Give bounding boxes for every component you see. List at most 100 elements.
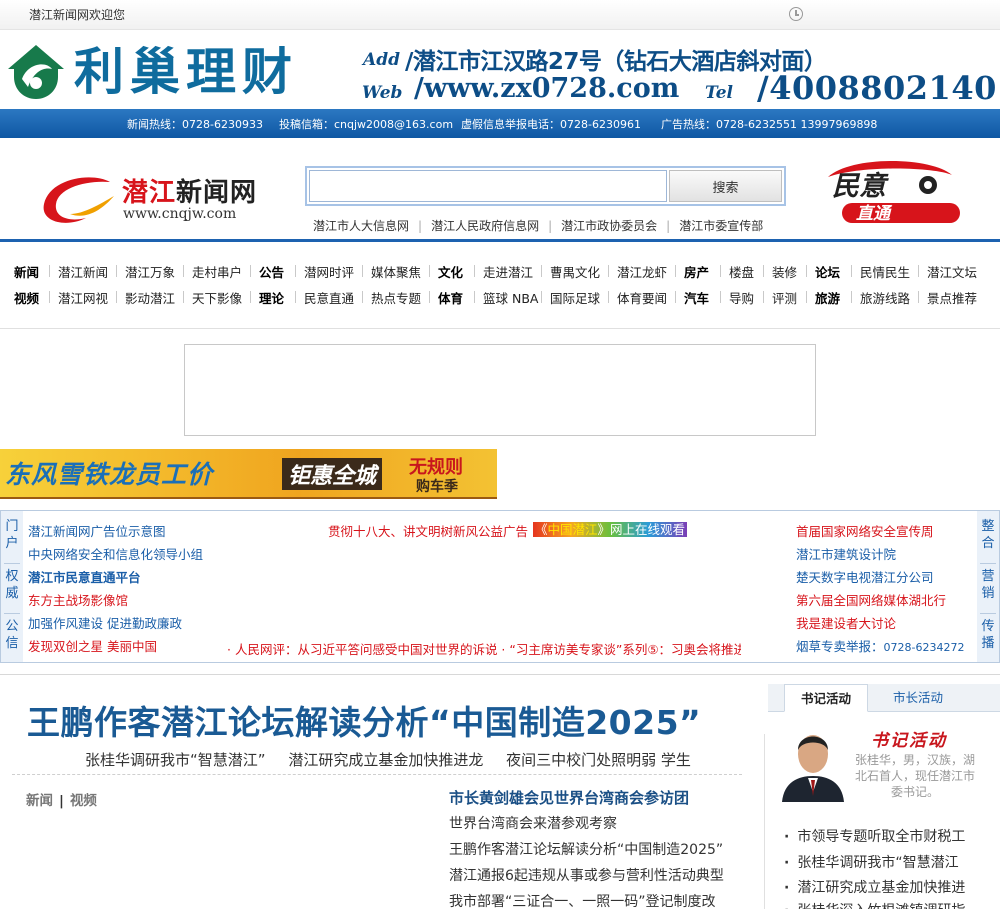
list-item[interactable]: 潜江研究成立基金加快推进: [784, 877, 1000, 897]
nav-item[interactable]: 楼盘: [729, 262, 754, 281]
list-item[interactable]: 王鹏作客潜江论坛解读分析“中国制造2025”: [449, 839, 739, 865]
nav-item[interactable]: 评测: [772, 288, 797, 307]
tab-mayor-activities[interactable]: 市长活动: [876, 684, 960, 712]
nav-top-border: [0, 239, 1000, 242]
secretary-portrait[interactable]: [778, 722, 848, 802]
portal-link-digital-tv[interactable]: 楚天数字电视潜江分公司: [796, 567, 934, 586]
nav-separator: [183, 291, 184, 303]
licao-ad-banner[interactable]: 利巢理财 Add /潜江市江汉路27号（钻石大酒店斜对面） Web /www.z…: [0, 36, 1000, 108]
site-url: www.cnqjw.com: [123, 206, 237, 222]
nav-item[interactable]: 走进潜江: [483, 262, 533, 281]
list-item[interactable]: 世界台湾商会来潜参观考察: [449, 813, 739, 839]
quick-link-npc[interactable]: 潜江市人大信息网: [313, 219, 409, 233]
list-item[interactable]: 我市部署“三证合一、一照一码”登记制度改: [449, 891, 739, 909]
list-item[interactable]: 潜江通报6起违规从事或参与营利性活动典型: [449, 865, 739, 891]
portal-link-style-building[interactable]: 加强作风建设 促进勤政廉政: [28, 613, 182, 632]
minyi-zhitong-logo[interactable]: 民意 直通: [822, 161, 967, 227]
nav-item[interactable]: 走村串户: [192, 262, 242, 281]
nav-item[interactable]: 房产: [684, 262, 709, 281]
nav-separator: [608, 265, 609, 277]
nav-item[interactable]: 热点专题: [371, 288, 421, 307]
nav-item[interactable]: 理论: [259, 288, 284, 307]
portal-tobacco-report[interactable]: 烟草专卖举报：0728-6234272: [796, 636, 964, 655]
nav-item[interactable]: 潜江万象: [125, 262, 175, 281]
ad-hotline: 广告热线：0728-6232551 13997969898: [661, 118, 878, 131]
nav-item[interactable]: 潜江龙虾: [617, 262, 667, 281]
nav-item[interactable]: 潜江网视: [58, 288, 108, 307]
list-item[interactable]: 市领导专题听取全市财税工: [784, 826, 1000, 846]
nav-item[interactable]: 影动潜江: [125, 288, 175, 307]
nav-item[interactable]: 国际足球: [550, 288, 600, 307]
nav-separator: [851, 265, 852, 277]
portal-link-media-tour[interactable]: 第六届全国网络媒体湖北行: [796, 590, 946, 609]
nav-item[interactable]: 曹禺文化: [550, 262, 600, 281]
nav-item[interactable]: 装修: [772, 262, 797, 281]
nav-item[interactable]: 潜江文坛: [927, 262, 977, 281]
zhitong-text: 直通: [856, 204, 893, 224]
news-ticker[interactable]: · 人民网评：从习近平答问感受中国对世界的诉说 · “习主席访美专家谈”系列⑤：…: [227, 639, 741, 658]
portal-link-cyber-week[interactable]: 首届国家网络安全宣传周: [796, 521, 934, 540]
subheadline-link[interactable]: 夜间三中校门处照明弱 学生: [506, 751, 691, 769]
list-item[interactable]: 张桂华深入竹根滩镇调研指: [784, 900, 1000, 909]
portal-link-builder-discussion[interactable]: 我是建设者大讨论: [796, 613, 896, 632]
nav-item[interactable]: 潜网时评: [304, 262, 354, 281]
nav-item[interactable]: 论坛: [815, 262, 840, 281]
nav-item[interactable]: 旅游线路: [860, 288, 910, 307]
nav-item[interactable]: 体育: [438, 288, 463, 307]
featured-news-title[interactable]: 市长黄剑雄会见世界台湾商会参访团: [449, 787, 689, 808]
list-item[interactable]: 张桂华调研我市“智慧潜江: [784, 852, 1000, 872]
portal-link-public-ad[interactable]: 贯彻十八大、讲文明树新风公益广告: [328, 521, 528, 540]
nav-item[interactable]: 体育要闻: [617, 288, 667, 307]
portal-link-ad-diagram[interactable]: 潜江新闻网广告位示意图: [28, 521, 166, 540]
nav-item[interactable]: 媒体聚焦: [371, 262, 421, 281]
df-ad-slogan: 钜惠全城: [282, 458, 383, 490]
nav-item[interactable]: 旅游: [815, 288, 840, 307]
nav-item[interactable]: 天下影像: [192, 288, 242, 307]
nav-item[interactable]: 潜江新闻: [58, 262, 108, 281]
nav-item[interactable]: 景点推荐: [927, 288, 977, 307]
search-box: 搜索: [305, 166, 786, 206]
subheadline-link[interactable]: 潜江研究成立基金加快推进龙: [288, 751, 483, 769]
nav-separator: [183, 265, 184, 277]
dongfeng-citroen-ad[interactable]: 东风雪铁龙员工价 钜惠全城 无规则 购车季: [0, 449, 497, 499]
nav-separator: [429, 265, 430, 277]
search-button[interactable]: 搜索: [669, 170, 782, 202]
search-input[interactable]: [309, 170, 667, 202]
news-hotline: 新闻热线：0728-6230933: [127, 118, 263, 131]
portal-link-minyi-platform[interactable]: 潜江市民意直通平台: [28, 567, 141, 586]
nav-item[interactable]: 公告: [259, 262, 284, 281]
subheadline-link[interactable]: 张桂华调研我市“智慧潜江”: [85, 751, 266, 769]
nav-item[interactable]: 民情民生: [860, 262, 910, 281]
submission-email: 投稿信箱：cnqjw2008@163.com: [279, 118, 454, 131]
portal-link-cyber-group[interactable]: 中央网络安全和信息化领导小组: [28, 544, 203, 563]
nav-item[interactable]: 文化: [438, 262, 463, 281]
report-hotline: 虚假信息举报电话：0728-6230961: [461, 118, 641, 131]
secretary-bio: 张桂华，男，汉族，湖北石首人，现任潜江市委书记。: [854, 753, 975, 799]
nav-item[interactable]: 视频: [14, 288, 39, 307]
ad-placeholder[interactable]: [184, 344, 816, 436]
quick-link-cppcc[interactable]: 潜江市政协委员会: [561, 219, 657, 233]
tab-video[interactable]: 视频: [70, 793, 97, 809]
tab-news[interactable]: 新闻: [26, 793, 53, 809]
portal-link-battlefield-gallery[interactable]: 东方主战场影像馆: [28, 590, 128, 609]
portal-link-design-institute[interactable]: 潜江市建筑设计院: [796, 544, 896, 563]
nav-item[interactable]: 新闻: [14, 262, 39, 281]
subheadlines: 张桂华调研我市“智慧潜江” 潜江研究成立基金加快推进龙 夜间三中校门处照明弱 学…: [85, 749, 709, 770]
headline[interactable]: 王鹏作客潜江论坛解读分析“中国制造2025”: [27, 696, 701, 744]
portal-link-qianjiang-online[interactable]: 《中国潜江》网上在线观看: [533, 519, 688, 538]
nav-separator: [250, 265, 251, 277]
quick-link-propaganda[interactable]: 潜江市委宣传部: [679, 219, 763, 233]
nav-item[interactable]: 篮球 NBA: [483, 288, 538, 307]
portal-link-innovation-star[interactable]: 发现双创之星 美丽中国: [28, 636, 157, 655]
secretary-activities-title: 书记活动: [871, 731, 947, 751]
nav-item[interactable]: 汽车: [684, 288, 709, 307]
site-logo[interactable]: 潜江新闻网 www.cnqjw.com: [40, 172, 270, 226]
nav-item[interactable]: 民意直通: [304, 288, 354, 307]
nav-separator: [429, 291, 430, 303]
site-name: 潜江新闻网: [122, 178, 258, 208]
quick-link-government[interactable]: 潜江人民政府信息网: [431, 219, 539, 233]
tab-secretary-activities[interactable]: 书记活动: [784, 684, 868, 712]
swoosh-logo-icon: [43, 177, 114, 223]
nav-item[interactable]: 导购: [729, 288, 754, 307]
hotline-bar: 新闻热线：0728-6230933 投稿信箱：cnqjw2008@163.com…: [0, 109, 1000, 138]
